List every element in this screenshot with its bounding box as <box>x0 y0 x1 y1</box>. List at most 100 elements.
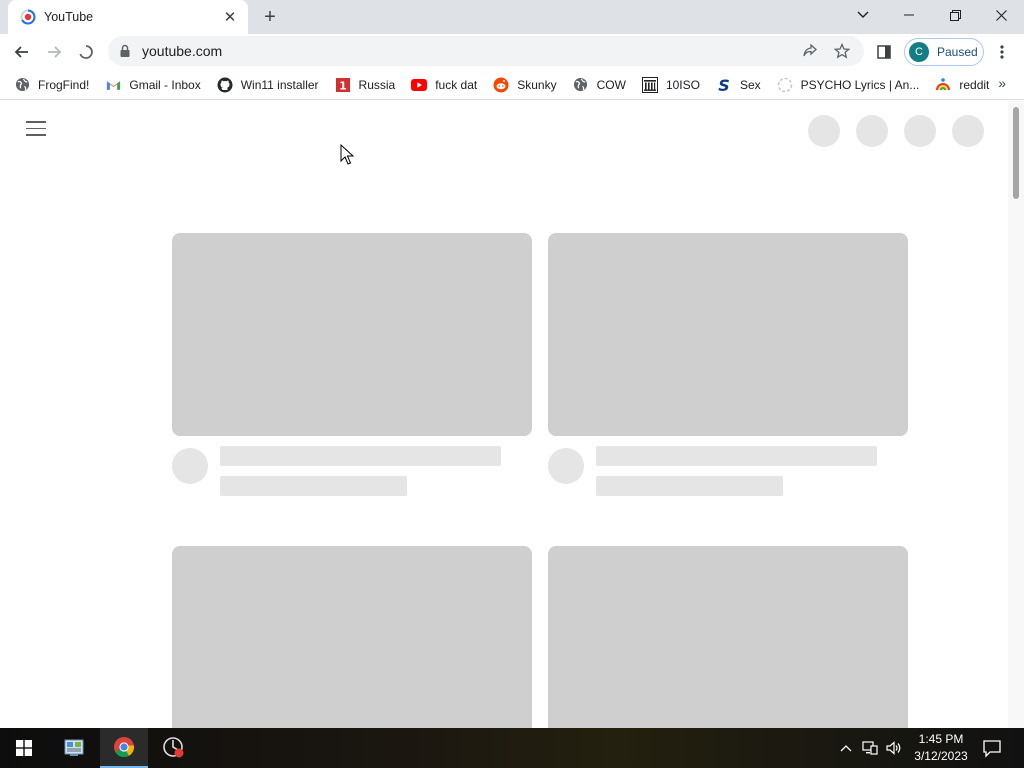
skeleton-video-thumbnail <box>548 233 908 436</box>
skeleton-channel-avatar <box>172 448 208 484</box>
loading-icon <box>777 77 793 93</box>
forward-button[interactable] <box>40 38 68 66</box>
tab-search-button[interactable] <box>840 0 886 30</box>
svg-text:1: 1 <box>339 79 347 92</box>
restore-button[interactable] <box>932 0 978 30</box>
tab-youtube[interactable]: YouTube ✕ <box>8 0 248 34</box>
avatar: C <box>909 42 929 62</box>
share-icon[interactable] <box>798 39 822 63</box>
loading-favicon-icon <box>20 9 36 25</box>
skeleton-title-line <box>596 446 877 466</box>
minimize-button[interactable] <box>886 0 932 30</box>
side-panel-button[interactable] <box>872 40 896 64</box>
skeleton-meta-line <box>220 476 407 496</box>
address-bar[interactable]: youtube.com <box>108 36 864 66</box>
sync-status-label: Paused <box>937 45 978 59</box>
show-hidden-icons-chevron-icon[interactable] <box>838 740 854 756</box>
profile-button[interactable]: C Paused <box>904 38 984 66</box>
tab-strip: YouTube ✕ + <box>0 0 1024 34</box>
windows-logo-icon <box>16 740 32 756</box>
lock-icon <box>120 44 130 57</box>
bookmark-win11-installer[interactable]: Win11 installer <box>217 72 323 98</box>
bookmark-label: PSYCHO Lyrics | An... <box>800 77 920 92</box>
close-icon <box>995 9 1007 21</box>
loading-spinner-icon <box>79 45 93 59</box>
url-text[interactable]: youtube.com <box>142 43 790 59</box>
globe-icon <box>14 77 30 93</box>
bookmark-label: Gmail - Inbox <box>129 77 201 92</box>
bookmark-fuck-dat[interactable]: fuck dat <box>411 72 481 98</box>
action-center-icon[interactable] <box>982 738 1002 758</box>
globe-icon <box>573 77 589 93</box>
screen-recorder-icon <box>163 737 184 758</box>
github-icon <box>217 77 233 93</box>
bookmark-psycho-lyrics[interactable]: PSYCHO Lyrics | An... <box>777 72 924 98</box>
clock-date: 3/12/2023 <box>914 749 968 763</box>
skeleton-title-line <box>220 446 501 466</box>
skeleton-channel-avatar <box>548 448 584 484</box>
bookmark-label: Win11 installer <box>240 77 319 92</box>
control-panel-icon <box>64 739 84 756</box>
youtube-icon <box>411 77 428 93</box>
skeleton-header-button <box>808 115 840 147</box>
bookmark-cow[interactable]: COW <box>573 72 630 98</box>
skeleton-header-button <box>904 115 936 147</box>
skeleton-video-thumbnail <box>172 546 532 728</box>
scrollbar-thumb[interactable] <box>1013 107 1019 199</box>
arrow-left-icon <box>14 46 28 58</box>
building-icon <box>641 76 658 93</box>
skeleton-video-thumbnail <box>548 546 908 728</box>
chevron-down-icon <box>857 11 869 18</box>
minimize-icon <box>904 14 914 16</box>
more-bookmarks-icon[interactable]: » <box>998 75 1006 91</box>
bookmark-gmail[interactable]: Gmail - Inbox <box>105 72 204 98</box>
start-button[interactable] <box>0 728 48 768</box>
network-icon[interactable] <box>862 740 878 756</box>
stop-loading-button[interactable] <box>72 38 100 66</box>
bookmark-label: COW <box>596 77 626 92</box>
taskbar-app-recorder[interactable] <box>150 728 198 768</box>
browser-toolbar: youtube.com C Paused <box>0 34 1024 70</box>
bookmark-label: FrogFind! <box>38 77 90 92</box>
kebab-menu-icon <box>1000 45 1004 59</box>
bookmark-sex[interactable]: S Sex <box>716 72 765 98</box>
skeleton-header-button <box>952 115 984 147</box>
side-panel-icon <box>877 45 891 59</box>
bookmark-reddit[interactable]: reddit <box>935 72 993 98</box>
bookmark-label: Skunky <box>517 77 557 92</box>
svg-text:S: S <box>718 77 730 93</box>
chrome-menu-button[interactable] <box>992 40 1012 64</box>
bookmark-star-icon[interactable] <box>830 39 854 63</box>
bookmark-russia[interactable]: 1 Russia <box>335 72 400 98</box>
windows-taskbar: 1:45 PM 3/12/2023 <box>0 728 1024 768</box>
bookmark-frogfind[interactable]: FrogFind! <box>14 72 93 98</box>
skeleton-meta-line <box>596 476 783 496</box>
taskbar-app-chrome[interactable] <box>100 728 148 768</box>
bookmark-10iso[interactable]: 10ISO <box>641 72 704 98</box>
clock-time: 1:45 PM <box>918 732 964 746</box>
volume-icon[interactable] <box>886 740 902 756</box>
bookmark-label: fuck dat <box>435 77 478 92</box>
taskbar-clock[interactable]: 1:45 PM 3/12/2023 <box>908 731 974 765</box>
restore-icon <box>949 9 961 21</box>
taskbar-app-control-panel[interactable] <box>50 728 98 768</box>
page-scrollbar[interactable] <box>1008 101 1024 728</box>
bookmark-label: Russia <box>358 77 396 92</box>
close-window-button[interactable] <box>978 0 1024 30</box>
bookmark-skunky[interactable]: Skunky <box>493 72 560 98</box>
youtube-page <box>0 101 1008 728</box>
new-tab-button[interactable]: + <box>258 6 282 28</box>
skeleton-header-button <box>856 115 888 147</box>
tab-title: YouTube <box>44 10 94 24</box>
skeleton-video-thumbnail <box>172 233 532 436</box>
gmail-icon <box>105 77 121 93</box>
mouse-cursor-icon <box>340 144 355 165</box>
guide-menu-icon[interactable] <box>26 121 46 137</box>
bookmark-label: Sex <box>739 77 761 92</box>
s-logo-icon: S <box>716 77 732 93</box>
bookmarks-bar: FrogFind! Gmail - Inbox Win11 installer … <box>0 70 1024 100</box>
tab-close-icon[interactable]: ✕ <box>222 9 238 26</box>
back-button[interactable] <box>8 38 36 66</box>
bookmark-label: 10ISO <box>665 77 700 92</box>
reddit-icon <box>493 77 509 93</box>
